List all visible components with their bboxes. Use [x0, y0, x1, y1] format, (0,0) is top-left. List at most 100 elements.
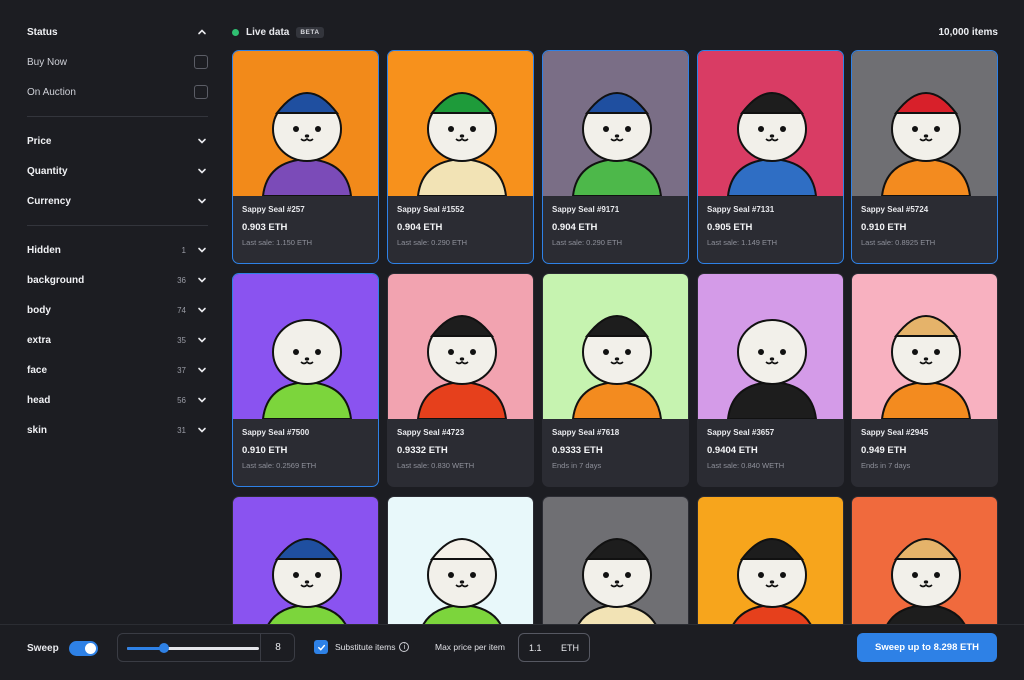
quantity-filter-header[interactable]: Quantity [27, 156, 208, 186]
nft-card[interactable] [851, 496, 998, 624]
nft-image[interactable] [543, 497, 688, 624]
nft-card[interactable] [387, 496, 534, 624]
nft-card[interactable] [232, 496, 379, 624]
nft-card[interactable]: Sappy Seal #4723 0.9332 ETH Last sale: 0… [387, 273, 534, 487]
seal-artwork [852, 274, 997, 419]
chevron-down-icon[interactable] [196, 304, 208, 316]
nft-card[interactable]: Sappy Seal #7131 0.905 ETH Last sale: 1.… [697, 50, 844, 264]
trait-label: head [27, 394, 51, 406]
nft-card[interactable] [697, 496, 844, 624]
on-auction-checkbox[interactable] [194, 85, 208, 99]
trait-filters: Hidden 1 background 36 body 74 extra 35 face 37 he… [27, 235, 208, 445]
nft-name: Sappy Seal #257 [242, 205, 305, 214]
sweep-quantity-value[interactable]: 8 [260, 634, 295, 661]
buy-now-checkbox[interactable] [194, 55, 208, 69]
nft-price: 0.904 ETH [397, 222, 443, 233]
max-price-input[interactable]: 1.1 ETH [518, 633, 590, 662]
nft-image[interactable] [233, 274, 378, 419]
nft-image[interactable] [852, 274, 997, 419]
nft-image[interactable] [698, 51, 843, 196]
nft-name: Sappy Seal #5724 [861, 205, 929, 214]
substitute-items-checkbox[interactable] [314, 640, 328, 654]
max-price-unit: ETH [561, 642, 579, 653]
nft-info: Sappy Seal #7500 0.910 ETH Last sale: 0.… [233, 419, 378, 479]
trait-meta: 37 [177, 364, 208, 376]
price-filter-label: Price [27, 135, 52, 147]
chevron-up-icon[interactable] [196, 26, 208, 38]
trait-meta: 35 [177, 334, 208, 346]
nft-price: 0.910 ETH [861, 222, 907, 233]
chevron-down-icon[interactable] [196, 244, 208, 256]
nft-image[interactable] [388, 51, 533, 196]
chevron-down-icon[interactable] [196, 165, 208, 177]
seal-artwork [543, 274, 688, 419]
live-data-label: Live data [246, 26, 290, 38]
sweep-slider[interactable] [127, 643, 259, 653]
nft-image[interactable] [543, 51, 688, 196]
sweep-toggle[interactable] [69, 641, 98, 656]
chevron-down-icon[interactable] [196, 334, 208, 346]
nft-name: Sappy Seal #3657 [707, 428, 775, 437]
trait-filter-head[interactable]: head 56 [27, 385, 208, 415]
chevron-down-icon[interactable] [196, 274, 208, 286]
nft-price: 0.910 ETH [242, 445, 288, 456]
info-icon[interactable]: i [399, 642, 410, 652]
seal-artwork [698, 51, 843, 196]
nft-image[interactable] [543, 274, 688, 419]
trait-filter-body[interactable]: body 74 [27, 295, 208, 325]
live-data-indicator: Live data BETA [232, 26, 324, 38]
nft-name: Sappy Seal #7618 [552, 428, 620, 437]
nft-card[interactable]: Sappy Seal #1552 0.904 ETH Last sale: 0.… [387, 50, 534, 264]
nft-sale-info: Last sale: 0.290 ETH [552, 238, 623, 247]
chevron-down-icon[interactable] [196, 424, 208, 436]
trait-filter-hidden[interactable]: Hidden 1 [27, 235, 208, 265]
chevron-down-icon[interactable] [196, 394, 208, 406]
nft-card[interactable]: Sappy Seal #3657 0.9404 ETH Last sale: 0… [697, 273, 844, 487]
nft-card[interactable]: Sappy Seal #5724 0.910 ETH Last sale: 0.… [851, 50, 998, 264]
slider-thumb[interactable] [158, 643, 169, 653]
nft-info: Sappy Seal #5724 0.910 ETH Last sale: 0.… [852, 196, 997, 256]
nft-card[interactable]: Sappy Seal #2945 0.949 ETH Ends in 7 day… [851, 273, 998, 487]
nft-card[interactable]: Sappy Seal #9171 0.904 ETH Last sale: 0.… [542, 50, 689, 264]
trait-count: 56 [177, 395, 186, 405]
trait-filter-extra[interactable]: extra 35 [27, 325, 208, 355]
chevron-down-icon[interactable] [196, 135, 208, 147]
trait-label: skin [27, 424, 48, 436]
nft-image[interactable] [698, 274, 843, 419]
price-filter-header[interactable]: Price [27, 126, 208, 156]
status-filter-header[interactable]: Status [27, 17, 208, 47]
on-auction-option[interactable]: On Auction [27, 77, 208, 107]
nft-image[interactable] [388, 497, 533, 624]
trait-filter-background[interactable]: background 36 [27, 265, 208, 295]
nft-name: Sappy Seal #2945 [861, 428, 929, 437]
trait-filter-face[interactable]: face 37 [27, 355, 208, 385]
seal-artwork [852, 51, 997, 196]
nft-image[interactable] [852, 497, 997, 624]
max-price-value[interactable]: 1.1 [529, 643, 542, 653]
nft-price: 0.904 ETH [552, 222, 598, 233]
chevron-down-icon[interactable] [196, 364, 208, 376]
nft-card[interactable]: Sappy Seal #7500 0.910 ETH Last sale: 0.… [232, 273, 379, 487]
nft-price: 0.903 ETH [242, 222, 288, 233]
buy-now-option[interactable]: Buy Now [27, 47, 208, 77]
nft-card[interactable]: Sappy Seal #257 0.903 ETH Last sale: 1.1… [232, 50, 379, 264]
trait-label: extra [27, 334, 51, 346]
seal-artwork [543, 497, 688, 624]
nft-card[interactable]: Sappy Seal #7618 0.9333 ETH Ends in 7 da… [542, 273, 689, 487]
nft-image[interactable] [698, 497, 843, 624]
toggle-knob [85, 643, 96, 654]
trait-filter-skin[interactable]: skin 31 [27, 415, 208, 445]
trait-count: 74 [177, 305, 186, 315]
chevron-down-icon[interactable] [196, 195, 208, 207]
items-count: 10,000 items [938, 26, 999, 38]
nft-image[interactable] [388, 274, 533, 419]
sweep-button[interactable]: Sweep up to 8.298 ETH [857, 633, 997, 662]
nft-image[interactable] [233, 497, 378, 624]
status-filter-label: Status [27, 26, 58, 38]
nft-sale-info: Last sale: 0.290 ETH [397, 238, 468, 247]
currency-filter-header[interactable]: Currency [27, 186, 208, 216]
nft-card[interactable] [542, 496, 689, 624]
trait-count: 36 [177, 275, 186, 285]
nft-image[interactable] [852, 51, 997, 196]
nft-image[interactable] [233, 51, 378, 196]
